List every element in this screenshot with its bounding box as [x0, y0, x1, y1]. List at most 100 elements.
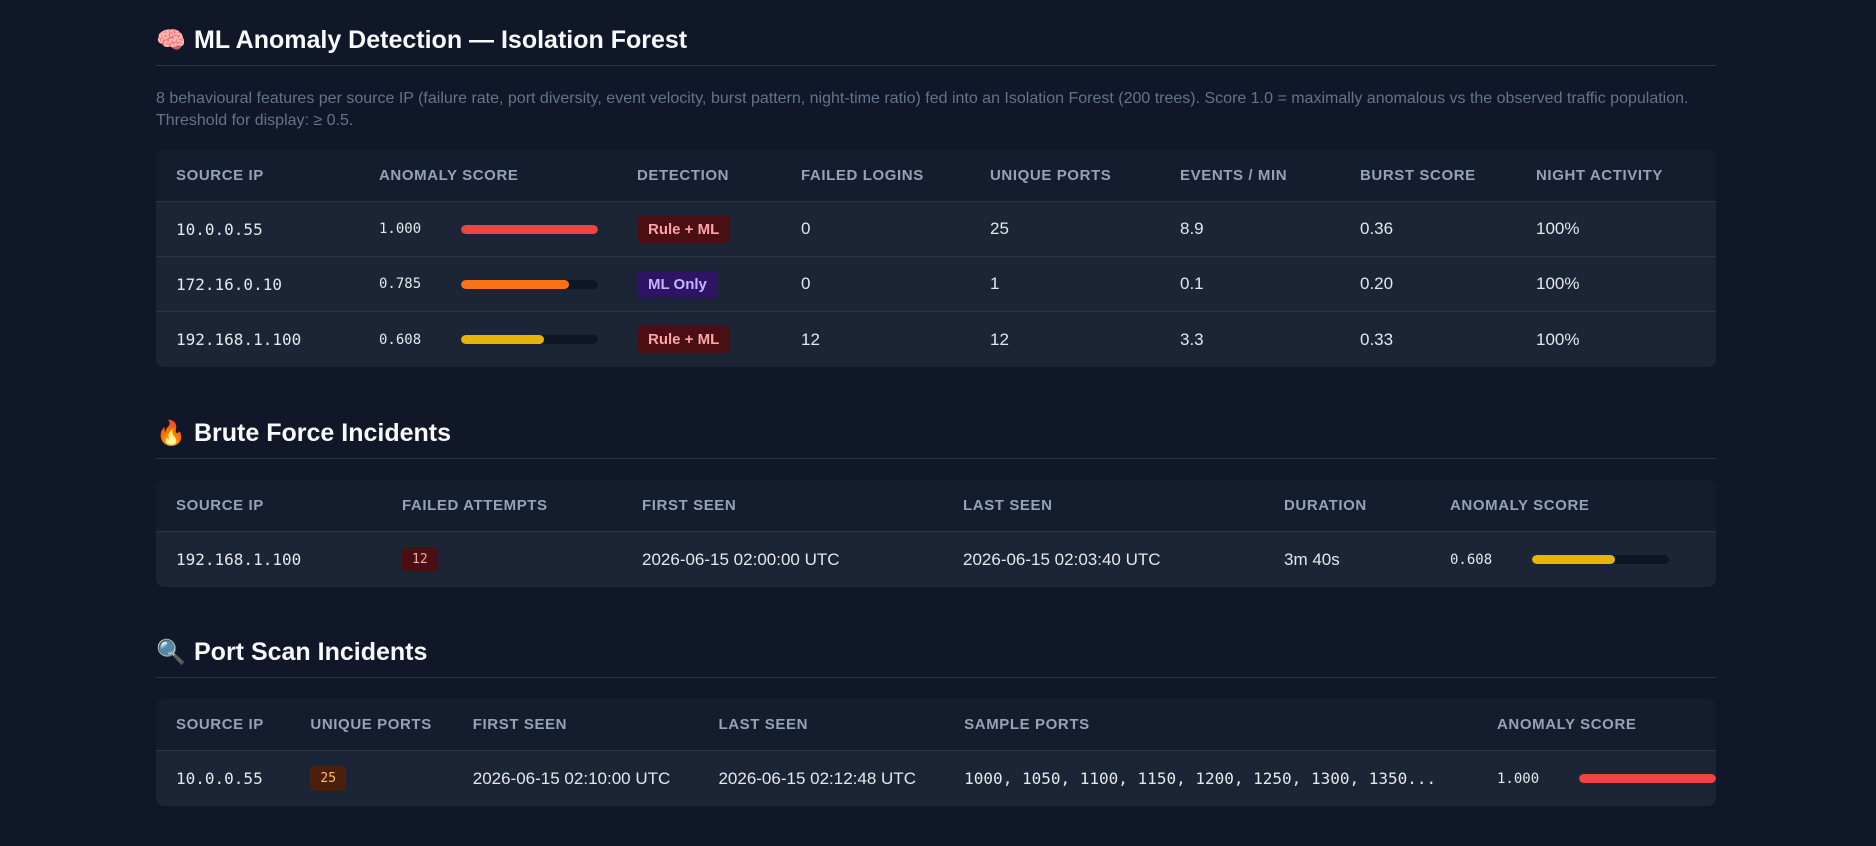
source-ip: 192.168.1.100 [176, 330, 302, 349]
anomaly-score: 1.000 [1497, 771, 1716, 787]
brain-icon: 🧠 [156, 27, 186, 54]
anomaly-score-bar-fill [1579, 774, 1716, 783]
col-anomaly-score[interactable]: ANOMALY SCORE [1477, 699, 1716, 751]
col-source-ip[interactable]: SOURCE IP [156, 150, 359, 202]
col-first-seen[interactable]: FIRST SEEN [622, 480, 943, 532]
failed-attempts-cell: 12 [382, 532, 622, 587]
first-seen: 2026-06-15 02:10:00 UTC [472, 768, 671, 788]
events-per-min: 0.1 [1160, 257, 1340, 312]
col-burst-score[interactable]: BURST SCORE [1340, 150, 1516, 202]
detection-badge: ML Only [637, 270, 718, 298]
col-failed-logins[interactable]: FAILED LOGINS [781, 150, 970, 202]
col-first-seen[interactable]: FIRST SEEN [452, 699, 699, 751]
detection-cell: Rule + ML [617, 312, 781, 367]
brute-section-title: 🔥 Brute Force Incidents [156, 419, 1716, 459]
anomaly-score-value: 0.608 [379, 331, 422, 348]
col-sample-ports[interactable]: SAMPLE PORTS [944, 699, 1477, 751]
failed-logins: 0 [781, 257, 970, 312]
brute-header-row: SOURCE IP FAILED ATTEMPTS FIRST SEEN LAS… [156, 480, 1716, 532]
burst-score: 0.36 [1340, 202, 1516, 257]
ml-description: 8 behavioural features per source IP (fa… [156, 90, 1689, 129]
col-unique-ports[interactable]: UNIQUE PORTS [970, 150, 1160, 202]
anomaly-score: 1.000 [379, 221, 617, 237]
anomaly-score-bar [1532, 555, 1669, 564]
col-duration[interactable]: DURATION [1264, 480, 1430, 532]
anomaly-score-bar [461, 335, 598, 344]
col-events-per-min[interactable]: EVENTS / MIN [1160, 150, 1340, 202]
ml-section-title: 🧠 ML Anomaly Detection — Isolation Fores… [156, 26, 1716, 66]
source-ip: 10.0.0.55 [156, 202, 359, 257]
night-activity: 100% [1516, 257, 1716, 312]
sample-ports: 1000, 1050, 1100, 1150, 1200, 1250, 1300… [964, 769, 1437, 788]
night-activity: 100% [1536, 329, 1580, 349]
anomaly-score-cell: 1.000 [1477, 751, 1716, 806]
anomaly-score-bar-fill [461, 335, 545, 344]
first-seen: 2026-06-15 02:00:00 UTC [642, 549, 840, 569]
col-detection[interactable]: DETECTION [617, 150, 781, 202]
anomaly-score-cell: 1.000 [359, 202, 617, 257]
anomaly-score: 0.608 [379, 332, 617, 348]
last-seen: 2026-06-15 02:12:48 UTC [718, 768, 916, 788]
table-row[interactable]: 172.16.0.10 0.785 ML Only 0 1 0.1 0.20 100% [156, 257, 1716, 312]
duration: 3m 40s [1284, 549, 1340, 569]
brute-table: SOURCE IP FAILED ATTEMPTS FIRST SEEN LAS… [156, 480, 1716, 587]
unique-ports: 12 [990, 329, 1009, 349]
anomaly-score-cell: 0.785 [359, 257, 617, 312]
anomaly-score-bar [461, 279, 598, 289]
unique-ports: 25 [970, 202, 1160, 257]
anomaly-score-value: 1.000 [1497, 770, 1540, 787]
col-source-ip[interactable]: SOURCE IP [156, 699, 291, 751]
anomaly-score-bar [461, 224, 598, 234]
source-ip: 10.0.0.55 [176, 769, 263, 788]
anomaly-score-cell: 0.608 [1430, 532, 1716, 587]
last-seen: 2026-06-15 02:03:40 UTC [963, 549, 1161, 569]
brute-section: 🔥 Brute Force Incidents SOURCE IP FAILED… [156, 419, 1716, 587]
anomaly-score-bar [1579, 774, 1716, 783]
anomaly-score-value: 1.000 [379, 221, 422, 237]
magnifier-icon: 🔍 [156, 639, 186, 666]
col-unique-ports[interactable]: UNIQUE PORTS [290, 699, 453, 751]
col-failed-attempts[interactable]: FAILED ATTEMPTS [382, 480, 622, 532]
ml-section: 🧠 ML Anomaly Detection — Isolation Fores… [156, 26, 1716, 367]
table-row[interactable]: 192.168.1.100 12 2026-06-15 02:00:00 UTC 20… [156, 532, 1716, 587]
anomaly-score-bar-fill [1532, 555, 1616, 564]
failed-logins: 12 [801, 329, 820, 349]
anomaly-score-value: 0.785 [379, 276, 422, 292]
brute-title-text: Brute Force Incidents [194, 419, 451, 447]
burst-score: 0.20 [1340, 257, 1516, 312]
portscan-header-row: SOURCE IP UNIQUE PORTS FIRST SEEN LAST S… [156, 699, 1716, 751]
detection-badge: Rule + ML [637, 215, 731, 243]
failed-attempts-badge: 12 [402, 547, 438, 572]
col-anomaly-score[interactable]: ANOMALY SCORE [359, 150, 617, 202]
ml-header-row: SOURCE IP ANOMALY SCORE DETECTION FAILED… [156, 150, 1716, 202]
unique-ports-badge: 25 [310, 766, 347, 791]
ml-table: SOURCE IP ANOMALY SCORE DETECTION FAILED… [156, 150, 1716, 367]
table-row[interactable]: 192.168.1.100 0.608 Rule + ML 12 12 3.3 0.33 10… [156, 312, 1716, 367]
unique-ports: 1 [970, 257, 1160, 312]
anomaly-score-value: 0.608 [1450, 551, 1493, 568]
col-last-seen[interactable]: LAST SEEN [943, 480, 1264, 532]
table-row[interactable]: 10.0.0.55 25 2026-06-15 02:10:00 UTC 2026-0… [156, 751, 1716, 806]
anomaly-score: 0.608 [1450, 552, 1716, 568]
events-per-min: 3.3 [1180, 329, 1204, 349]
portscan-section: 🔍 Port Scan Incidents SOURCE IP UNIQUE P… [156, 638, 1716, 806]
table-row[interactable]: 10.0.0.55 1.000 Rule + ML 0 25 8.9 0.36 100% [156, 202, 1716, 257]
anomaly-score-bar-fill [461, 279, 569, 289]
anomaly-score-bar-fill [461, 224, 598, 234]
col-anomaly-score[interactable]: ANOMALY SCORE [1430, 480, 1716, 532]
anomaly-score: 0.785 [379, 276, 617, 292]
fire-icon: 🔥 [156, 420, 186, 447]
ml-title-text: ML Anomaly Detection — Isolation Forest [194, 26, 688, 54]
col-last-seen[interactable]: LAST SEEN [698, 699, 945, 751]
col-source-ip[interactable]: SOURCE IP [156, 480, 382, 532]
portscan-title-text: Port Scan Incidents [194, 638, 428, 666]
source-ip: 192.168.1.100 [176, 550, 302, 569]
source-ip: 172.16.0.10 [156, 257, 359, 312]
portscan-table: SOURCE IP UNIQUE PORTS FIRST SEEN LAST S… [156, 699, 1716, 806]
anomaly-score-cell: 0.608 [359, 312, 617, 367]
events-per-min: 8.9 [1160, 202, 1340, 257]
night-activity: 100% [1516, 202, 1716, 257]
col-night-activity[interactable]: NIGHT ACTIVITY [1516, 150, 1716, 202]
burst-score: 0.33 [1360, 329, 1394, 349]
portscan-section-title: 🔍 Port Scan Incidents [156, 638, 1716, 678]
